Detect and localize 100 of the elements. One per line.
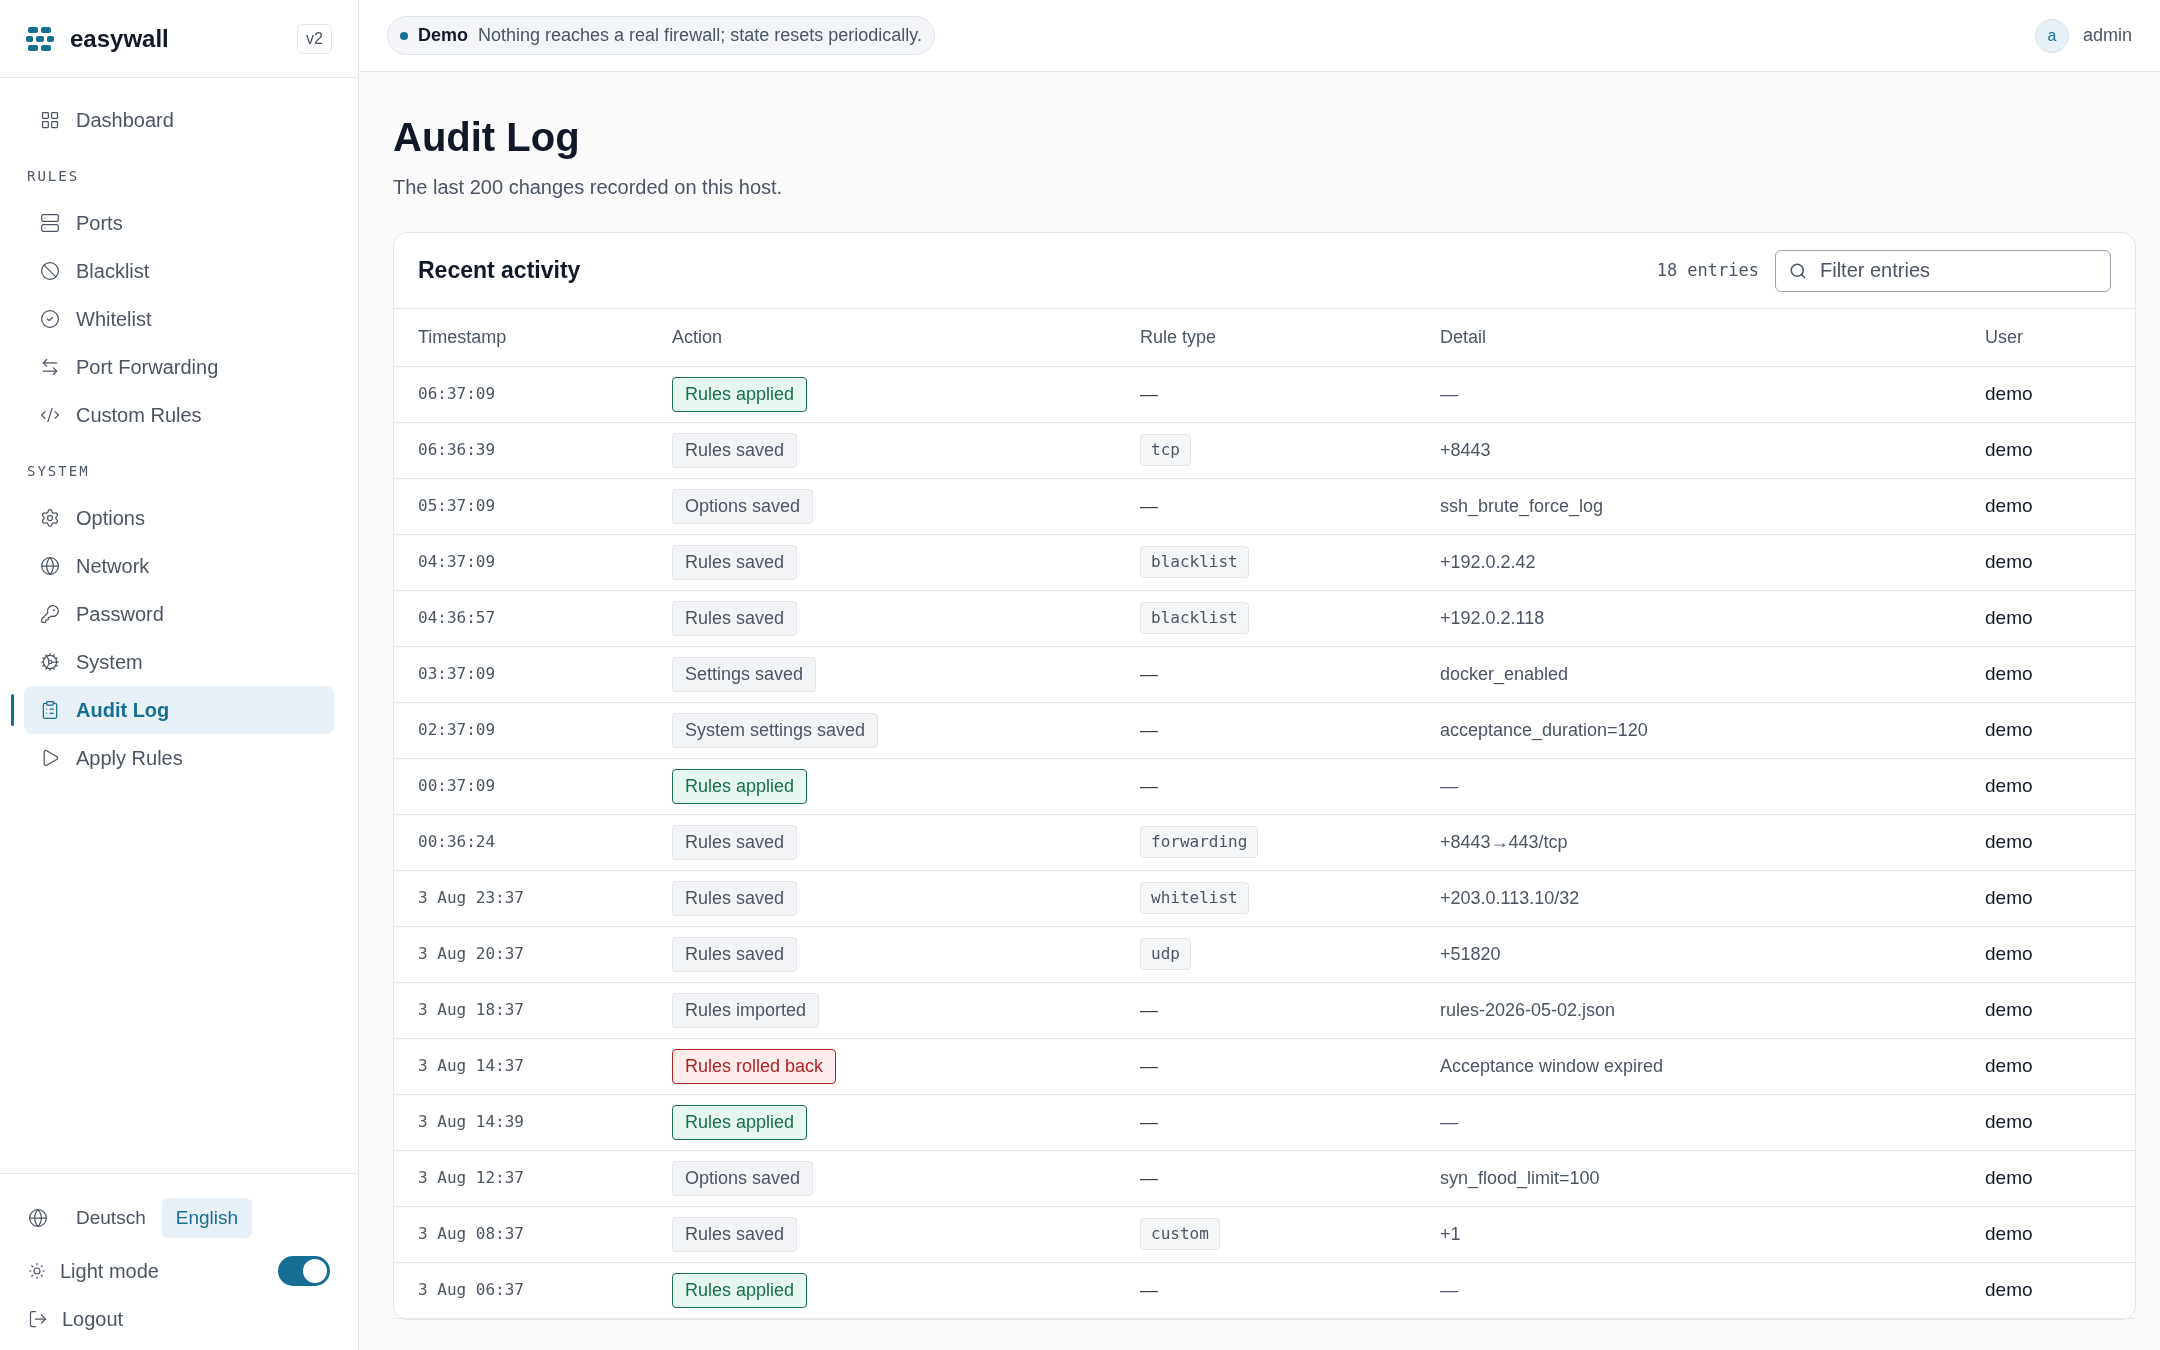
- detail-cell: docker_enabled: [1440, 663, 1569, 684]
- nav-item[interactable]: Whitelist: [24, 295, 334, 343]
- nav-item[interactable]: Ports: [24, 199, 334, 247]
- user-cell: demo: [1985, 662, 2033, 684]
- user-avatar[interactable]: a: [2034, 18, 2069, 53]
- action-badge: Rules applied: [672, 1104, 808, 1140]
- nav-item[interactable]: System: [24, 638, 334, 686]
- user-cell: demo: [1985, 1222, 2033, 1244]
- user-cell: demo: [1985, 718, 2033, 740]
- action-badge: Rules applied: [672, 1272, 808, 1308]
- detail-cell: +203.0.113.10/32: [1440, 887, 1580, 908]
- column-header: Timestamp: [418, 326, 507, 347]
- detail-cell: syn_flood_limit=100: [1440, 1167, 1600, 1188]
- timestamp-cell: 05:37:09: [418, 496, 496, 515]
- user-cell: demo: [1985, 942, 2033, 964]
- column-header: User: [1985, 326, 2023, 347]
- nav-item[interactable]: Password: [24, 590, 334, 638]
- page-subtitle: The last 200 changes recorded on this host.: [393, 175, 784, 200]
- version-badge: v2: [297, 23, 332, 54]
- card-title: Recent activity: [418, 256, 581, 286]
- language-option[interactable]: Deutsch: [62, 1197, 160, 1238]
- nav-item[interactable]: Port Forwarding: [24, 343, 334, 391]
- rule-type-tag: forwarding: [1140, 826, 1259, 858]
- nav-icon: [40, 261, 60, 281]
- logo-icon: [26, 25, 54, 52]
- section-heading: RULES: [26, 167, 81, 186]
- nav-item[interactable]: Dashboard: [24, 96, 334, 144]
- nav-item[interactable]: Blacklist: [24, 247, 334, 295]
- timestamp-cell: 04:36:57: [418, 608, 496, 627]
- demo-label: Demo: [418, 24, 468, 47]
- section-heading: SYSTEM: [26, 462, 91, 481]
- search-icon: [1789, 261, 1807, 280]
- table-cell: —: [1140, 1111, 1158, 1132]
- nav-item[interactable]: Custom Rules: [24, 391, 334, 439]
- logout-link[interactable]: Logout: [28, 1304, 124, 1334]
- user-cell: demo: [1985, 1166, 2033, 1188]
- nav-icon: [40, 405, 60, 425]
- entry-count: 18 entries: [1656, 258, 1759, 282]
- nav-icon: [40, 213, 60, 233]
- user-cell: demo: [1985, 1110, 2033, 1132]
- detail-cell: +51820: [1440, 943, 1501, 964]
- rule-type-tag: blacklist: [1140, 546, 1249, 578]
- nav-item[interactable]: Network: [24, 542, 334, 590]
- nav-icon: [40, 556, 60, 576]
- detail-cell: ssh_brute_force_log: [1440, 495, 1604, 516]
- detail-cell: acceptance_duration=120: [1440, 719, 1648, 740]
- rule-type-tag: whitelist: [1140, 882, 1249, 914]
- action-badge: Rules saved: [672, 544, 798, 580]
- detail-cell: +192.0.2.118: [1440, 607, 1545, 628]
- action-badge: Settings saved: [672, 656, 817, 692]
- table-cell: —: [1140, 719, 1158, 740]
- nav-item[interactable]: Audit Log: [24, 686, 334, 734]
- light-mode-label: Light mode: [60, 1259, 159, 1284]
- nav-icon: [40, 110, 60, 130]
- nav-icon: [40, 508, 60, 528]
- table-cell: —: [1140, 495, 1158, 516]
- nav-item[interactable]: Options: [24, 494, 334, 542]
- action-badge: Rules applied: [672, 376, 808, 412]
- action-badge: Rules applied: [672, 768, 808, 804]
- light-mode-toggle[interactable]: [278, 1256, 330, 1286]
- rule-type-tag: blacklist: [1140, 602, 1249, 634]
- detail-cell: Acceptance window expired: [1440, 1055, 1664, 1076]
- rule-type-tag: udp: [1140, 938, 1191, 970]
- action-badge: System settings saved: [672, 712, 879, 748]
- action-badge: Rules saved: [672, 824, 798, 860]
- user-cell: demo: [1985, 1278, 2033, 1300]
- timestamp-cell: 3 Aug 20:37: [418, 944, 524, 963]
- user-cell: demo: [1985, 774, 2033, 796]
- brand-name: easywall: [70, 23, 169, 54]
- column-header: Rule type: [1140, 326, 1217, 347]
- table-cell: —: [1140, 663, 1158, 684]
- timestamp-cell: 03:37:09: [418, 664, 496, 683]
- timestamp-cell: 02:37:09: [418, 720, 496, 739]
- action-badge: Rules rolled back: [672, 1048, 837, 1084]
- action-badge: Options saved: [672, 488, 814, 524]
- user-name: admin: [2082, 24, 2132, 47]
- timestamp-cell: 00:37:09: [418, 776, 496, 795]
- user-cell: demo: [1985, 998, 2033, 1020]
- nav-icon: [40, 652, 60, 672]
- timestamp-cell: 3 Aug 14:39: [418, 1112, 524, 1131]
- nav-icon: [40, 357, 60, 377]
- nav-item[interactable]: Apply Rules: [24, 734, 334, 782]
- user-cell: demo: [1985, 494, 2033, 516]
- detail-cell: +8443→443/tcp: [1440, 831, 1568, 852]
- action-badge: Rules saved: [672, 600, 798, 636]
- nav-icon: [40, 309, 60, 329]
- logout-icon: [28, 1309, 48, 1329]
- nav-icon: [40, 700, 60, 720]
- table-cell: —: [1140, 1279, 1158, 1300]
- timestamp-cell: 04:37:09: [418, 552, 496, 571]
- detail-cell: —: [1440, 1111, 1458, 1132]
- sun-icon: [28, 1262, 46, 1280]
- timestamp-cell: 3 Aug 12:37: [418, 1168, 524, 1187]
- table-cell: —: [1140, 1055, 1158, 1076]
- table-cell: —: [1140, 1167, 1158, 1188]
- filter-field[interactable]: Filter entries: [1775, 249, 2111, 292]
- table-cell: —: [1140, 383, 1158, 404]
- timestamp-cell: 3 Aug 23:37: [418, 888, 524, 907]
- language-option[interactable]: English: [161, 1197, 253, 1238]
- detail-cell: —: [1440, 383, 1458, 404]
